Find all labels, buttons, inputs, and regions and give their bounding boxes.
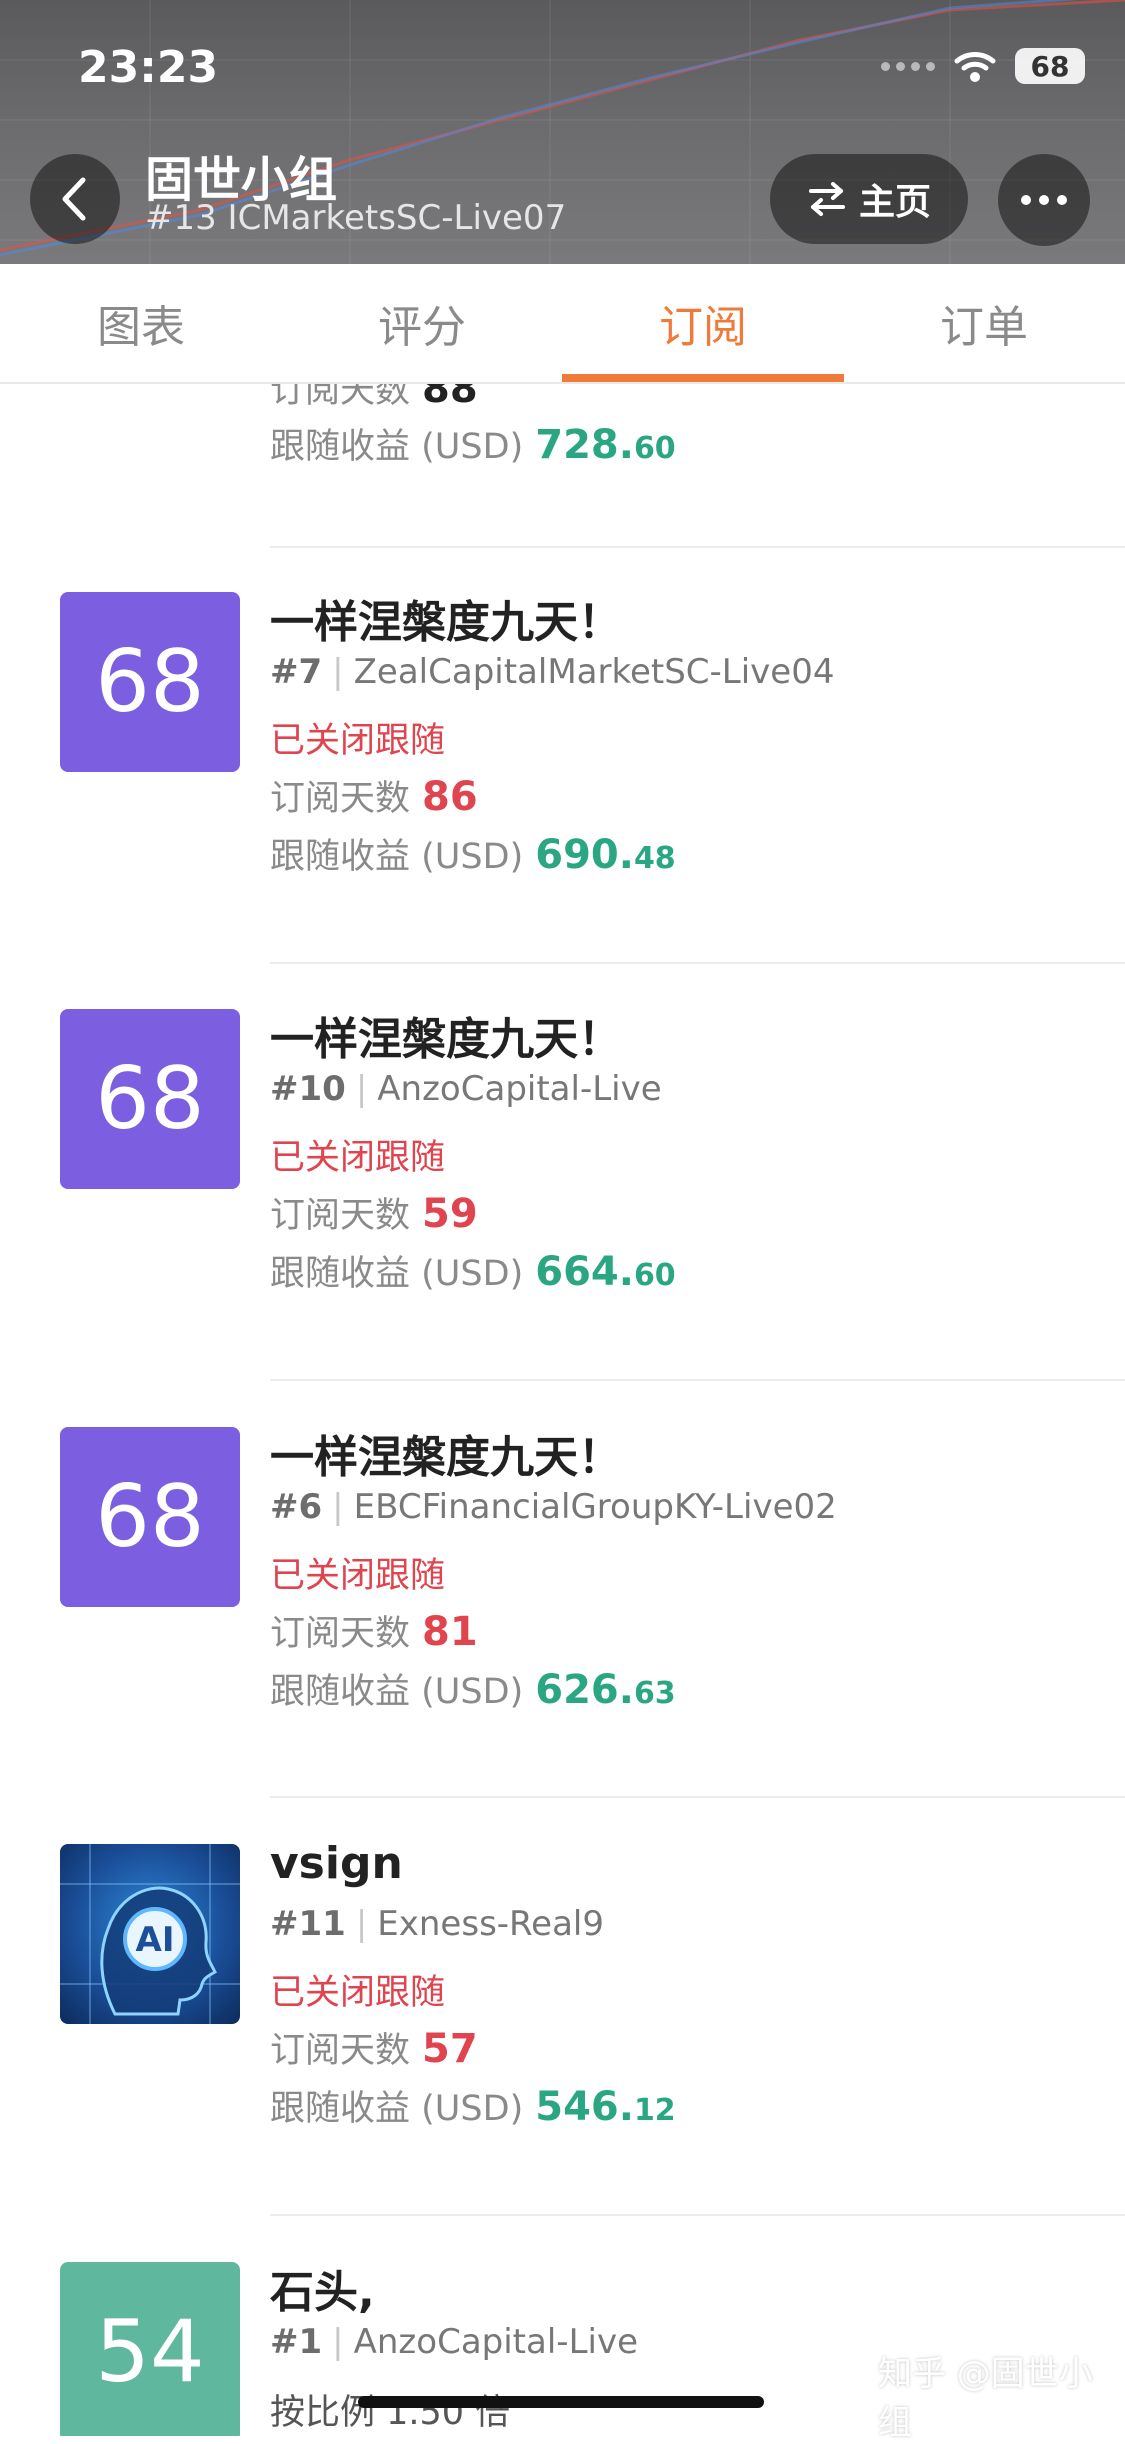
status-text: 已关闭跟随 xyxy=(270,721,446,761)
watermark: 知乎 @固世小组 xyxy=(878,2354,1093,2443)
avatar-ai-image: AI xyxy=(60,1844,240,2024)
status-text: 已关闭跟随 xyxy=(270,1138,446,1178)
tab-subscription[interactable]: 订阅 xyxy=(562,264,844,382)
status-text: 已关闭跟随 xyxy=(270,1973,446,2013)
svg-text:AI: AI xyxy=(136,1920,175,1960)
tab-bar: 图表 评分 订阅 订单 xyxy=(0,264,1125,384)
status-text: 已关闭跟随 xyxy=(270,1556,446,1596)
trader-name: 一样涅槃度九天！ xyxy=(270,597,622,648)
back-button[interactable] xyxy=(30,154,120,244)
subscription-days: 订阅天数 59 xyxy=(270,1191,478,1237)
subscription-days: 订阅天数 57 xyxy=(270,2026,478,2072)
subscription-days: 订阅天数 81 xyxy=(270,1609,478,1655)
profit-value: 728.60 xyxy=(535,422,676,468)
avatar: 68 xyxy=(60,1009,240,1189)
divider xyxy=(270,1796,1125,1798)
more-dot-icon xyxy=(1057,195,1067,205)
status-time: 23:23 xyxy=(78,42,219,93)
status-indicators: 68 xyxy=(881,44,1085,88)
more-dot-icon xyxy=(1021,195,1031,205)
divider xyxy=(270,962,1125,964)
follow-profit: 跟随收益 (USD) 626.63 xyxy=(270,1667,676,1713)
account-info: #11 | Exness-Real9 xyxy=(270,1904,604,1944)
swap-icon xyxy=(808,182,845,216)
more-dot-icon xyxy=(1039,195,1049,205)
home-button[interactable]: 主页 xyxy=(770,154,968,244)
app-header: 23:23 68 固世小组 #13 ICMarketsSC-Live07 主页 xyxy=(0,0,1125,264)
follow-profit: 跟随收益 (USD) 690.48 xyxy=(270,832,676,878)
wifi-icon xyxy=(954,52,996,82)
tab-chart[interactable]: 图表 xyxy=(0,264,282,382)
subscription-days: 订阅天数 88 xyxy=(270,384,478,413)
divider xyxy=(270,2214,1125,2216)
page-subtitle: #13 ICMarketsSC-Live07 xyxy=(145,198,567,238)
home-button-label: 主页 xyxy=(858,182,931,223)
ai-head-icon: AI xyxy=(60,1844,240,2024)
divider xyxy=(270,546,1125,548)
account-info: #10 | AnzoCapital-Live xyxy=(270,1069,662,1109)
trader-name: 一样涅槃度九天！ xyxy=(270,1432,622,1483)
tab-score[interactable]: 评分 xyxy=(281,264,563,382)
active-tab-indicator xyxy=(562,374,844,382)
avatar: 54 xyxy=(60,2262,240,2436)
subscription-days: 订阅天数 86 xyxy=(270,774,478,820)
trader-name: vsign xyxy=(270,1838,403,1889)
avatar: 68 xyxy=(60,1427,240,1607)
subscription-list[interactable]: 订阅天数 88 跟随收益 (USD) 728.60 68 一样涅槃度九天！ #7 | Z… xyxy=(0,384,1125,2436)
days-value: 88 xyxy=(422,384,478,412)
days-label: 订阅天数 xyxy=(270,384,411,411)
account-info: #1 | AnzoCapital-Live xyxy=(270,2322,638,2362)
signal-icon xyxy=(881,61,935,71)
follow-profit: 跟随收益 (USD) 546.12 xyxy=(270,2084,676,2130)
trader-name: 石头, xyxy=(270,2267,375,2318)
trader-name: 一样涅槃度九天！ xyxy=(270,1014,622,1065)
follow-profit: 跟随收益 (USD) 728.60 xyxy=(270,418,676,469)
home-indicator xyxy=(358,2396,764,2408)
divider xyxy=(270,1379,1125,1381)
copy-ratio: 按比例 1.50 倍 xyxy=(270,2393,511,2433)
account-info: #6 | EBCFinancialGroupKY-Live02 xyxy=(270,1487,837,1527)
tab-orders[interactable]: 订单 xyxy=(843,264,1125,382)
chevron-left-icon xyxy=(62,177,86,221)
account-info: #7 | ZealCapitalMarketSC-Live04 xyxy=(270,652,835,692)
profit-label: 跟随收益 (USD) xyxy=(270,427,524,467)
follow-profit: 跟随收益 (USD) 664.60 xyxy=(270,1249,676,1295)
avatar: 68 xyxy=(60,592,240,772)
battery-icon: 68 xyxy=(1015,48,1085,84)
more-button[interactable] xyxy=(998,154,1090,246)
